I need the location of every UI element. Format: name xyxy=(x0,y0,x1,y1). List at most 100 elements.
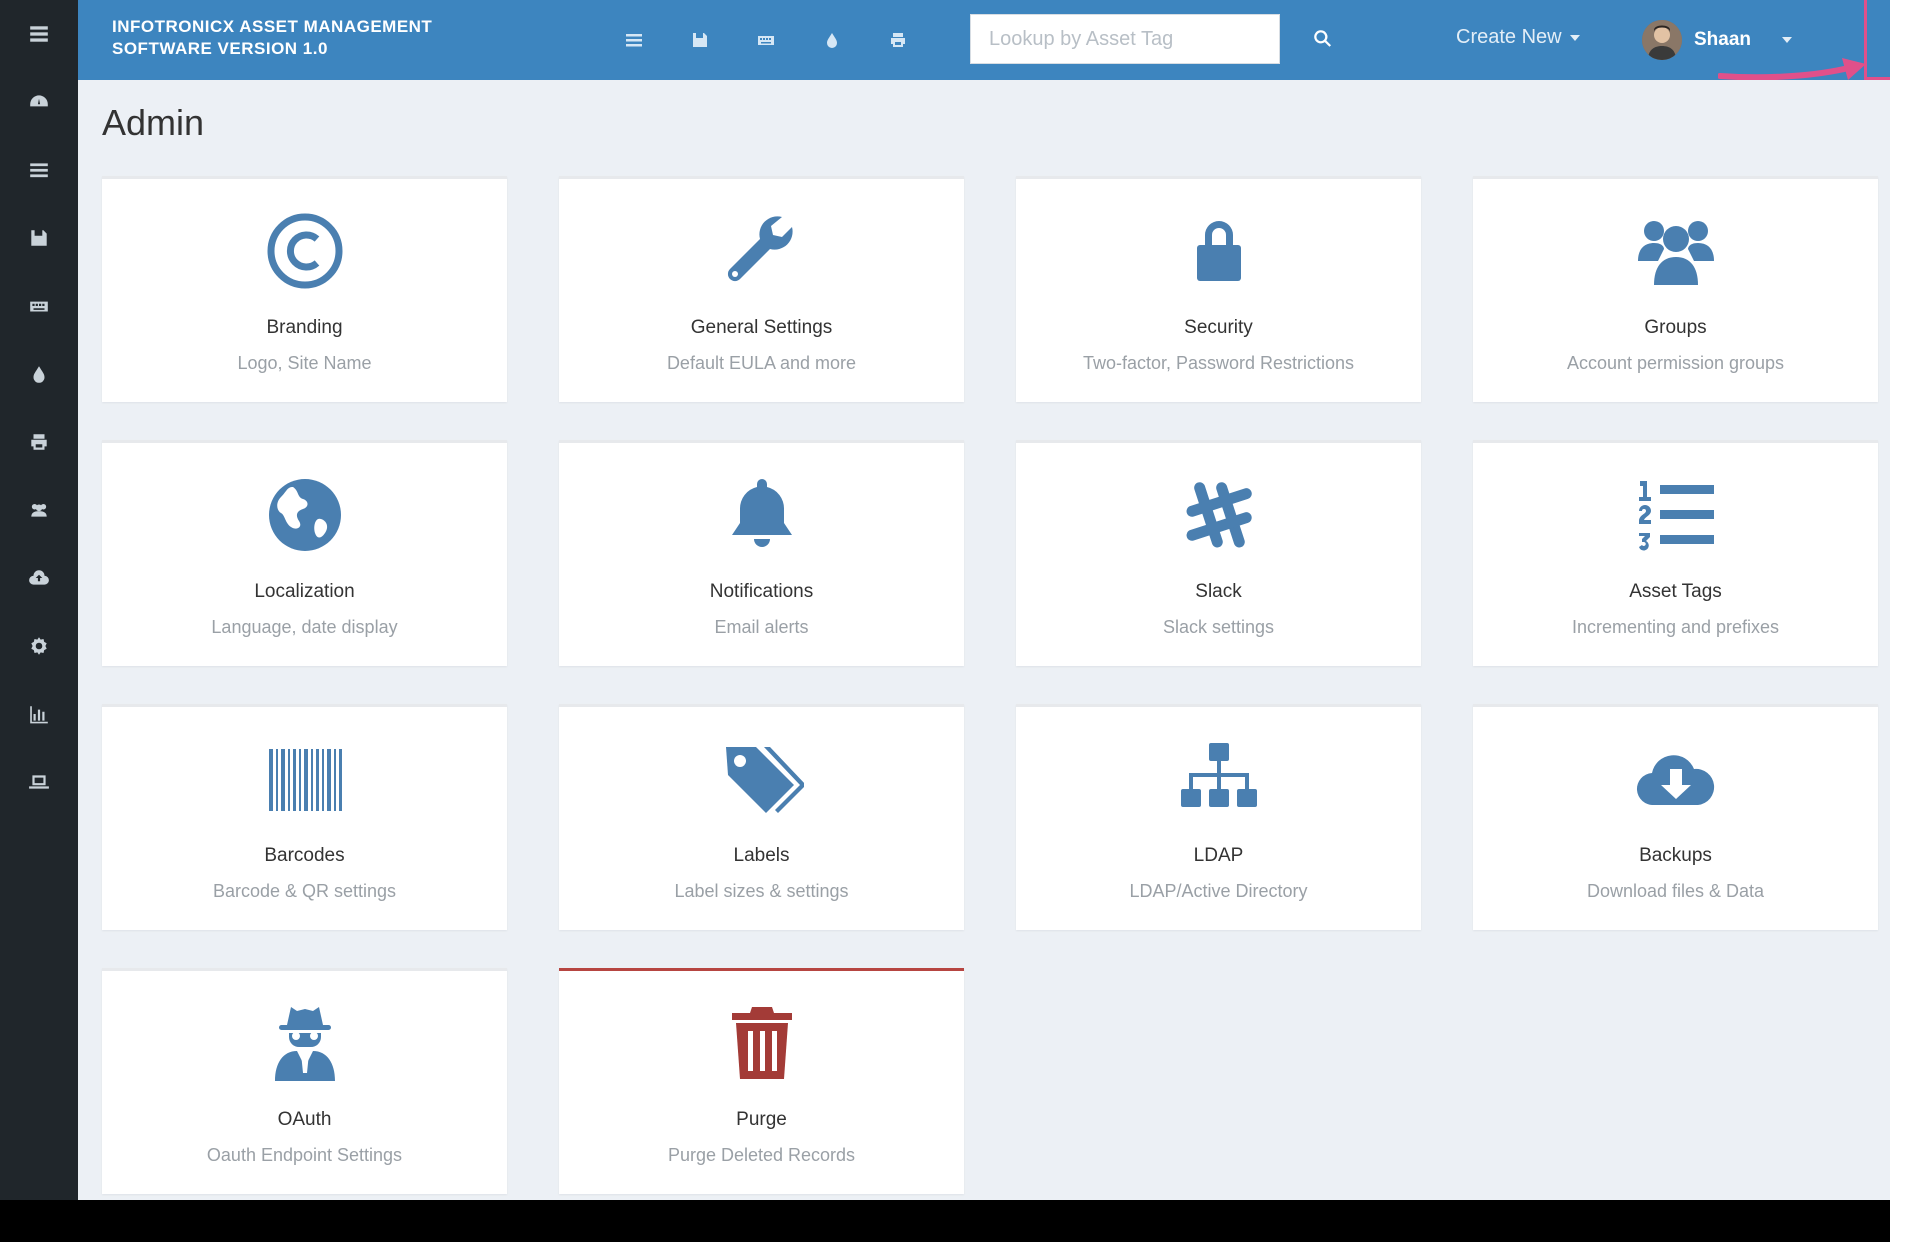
card-title: Backups xyxy=(1639,845,1712,866)
list-icon xyxy=(30,163,48,178)
cloud-upload-icon xyxy=(29,570,49,585)
card-subtitle: Account permission groups xyxy=(1566,353,1785,373)
nav-components-button[interactable] xyxy=(882,24,914,56)
card-title: Slack xyxy=(1195,581,1242,602)
cloud-download-icon xyxy=(1636,755,1714,806)
card-asset-tags[interactable]: Asset Tags Incrementing and prefixes xyxy=(1473,440,1878,666)
card-ldap[interactable]: LDAP LDAP/Active Directory xyxy=(1016,704,1421,930)
sidebar-item-people[interactable] xyxy=(0,476,78,544)
sidebar-item-reports[interactable] xyxy=(0,680,78,748)
card-subtitle: Purge Deleted Records xyxy=(667,1145,856,1165)
trash-icon xyxy=(731,1007,792,1079)
card-title: LDAP xyxy=(1193,845,1244,866)
card-title: Branding xyxy=(266,317,343,338)
sidebar-item-licenses[interactable] xyxy=(0,204,78,272)
card-title: Asset Tags xyxy=(1629,581,1722,602)
card-subtitle: Download files & Data xyxy=(1586,881,1765,901)
dashboard-icon xyxy=(30,95,48,107)
barcode-icon xyxy=(268,749,342,811)
create-new-dropdown[interactable]: Create New xyxy=(1456,26,1580,49)
card-branding[interactable]: Branding Logo, Site Name xyxy=(102,176,507,402)
card-general-settings[interactable]: General Settings Default EULA and more xyxy=(559,176,964,402)
page-title: Admin xyxy=(102,102,205,143)
gear-icon xyxy=(31,637,47,655)
chart-icon xyxy=(30,706,48,724)
asset-tag-search-input[interactable] xyxy=(970,14,1280,64)
card-title: Labels xyxy=(733,845,790,866)
search-button[interactable] xyxy=(1296,14,1350,64)
card-localization[interactable]: Localization Language, date display xyxy=(102,440,507,666)
card-labels[interactable]: Labels Label sizes & settings xyxy=(559,704,964,930)
card-title: Notifications xyxy=(709,581,814,602)
card-title: Purge xyxy=(736,1109,787,1130)
sidebar-item-import[interactable] xyxy=(0,544,78,612)
card-security[interactable]: Security Two-factor, Password Restrictio… xyxy=(1016,176,1421,402)
app-title[interactable]: INFOTRONICX ASSET MANAGEMENT SOFTWARE Ve… xyxy=(112,16,532,60)
card-slack[interactable]: Slack Slack settings xyxy=(1016,440,1421,666)
card-subtitle: Default EULA and more xyxy=(666,353,857,373)
card-subtitle: Barcode & QR settings xyxy=(212,881,397,901)
keyboard-icon xyxy=(30,301,48,312)
card-title: Barcodes xyxy=(264,845,345,866)
card-subtitle: Email alerts xyxy=(714,617,809,637)
bottom-bar xyxy=(0,1200,1890,1242)
card-purge[interactable]: Purge Purge Deleted Records xyxy=(559,968,964,1194)
nav-accessories-button[interactable] xyxy=(750,24,782,56)
card-subtitle: Oauth Endpoint Settings xyxy=(206,1145,403,1165)
drop-icon xyxy=(827,33,837,48)
right-margin xyxy=(1890,0,1920,1242)
printer-icon xyxy=(31,434,47,450)
wrench-icon xyxy=(727,216,793,282)
card-title: Groups xyxy=(1644,317,1707,338)
laptop-icon xyxy=(29,775,49,789)
nav-licenses-button[interactable] xyxy=(684,24,716,56)
copyright-icon xyxy=(267,213,342,289)
card-title: OAuth xyxy=(277,1109,332,1130)
spy-icon xyxy=(274,1007,335,1081)
sidebar xyxy=(0,0,78,1200)
sidebar-item-consumables[interactable] xyxy=(0,340,78,408)
sidebar-toggle[interactable] xyxy=(0,0,78,68)
card-subtitle: LDAP/Active Directory xyxy=(1129,881,1308,901)
avatar xyxy=(1642,20,1682,60)
save-icon xyxy=(693,33,707,47)
card-subtitle: Two-factor, Password Restrictions xyxy=(1082,353,1355,373)
app-window: INFOTRONICX ASSET MANAGEMENT SOFTWARE Ve… xyxy=(0,0,1890,1200)
card-groups[interactable]: Groups Account permission groups xyxy=(1473,176,1878,402)
card-oauth[interactable]: OAuth Oauth Endpoint Settings xyxy=(102,968,507,1194)
lock-icon xyxy=(1196,221,1241,281)
create-new-label: Create New xyxy=(1456,26,1562,48)
slack-icon xyxy=(1186,482,1252,548)
top-navbar: INFOTRONICX ASSET MANAGEMENT SOFTWARE Ve… xyxy=(78,0,1890,81)
sidebar-item-components[interactable] xyxy=(0,408,78,476)
card-subtitle: Logo, Site Name xyxy=(237,353,372,373)
card-subtitle: Slack settings xyxy=(1162,617,1275,637)
card-subtitle: Language, date display xyxy=(211,617,398,637)
users-icon xyxy=(31,503,47,517)
admin-settings-button[interactable] xyxy=(1864,0,1890,80)
chevron-down-icon[interactable] xyxy=(1782,37,1792,43)
drop-icon xyxy=(33,366,45,383)
sidebar-item-settings[interactable] xyxy=(0,612,78,680)
sidebar-item-dashboard[interactable] xyxy=(0,68,78,136)
card-notifications[interactable]: Notifications Email alerts xyxy=(559,440,964,666)
card-barcodes[interactable]: Barcodes Barcode & QR settings xyxy=(102,704,507,930)
keyboard-icon xyxy=(758,36,774,45)
list-icon xyxy=(626,34,642,47)
card-backups[interactable]: Backups Download files & Data xyxy=(1473,704,1878,930)
nav-consumables-button[interactable] xyxy=(816,24,848,56)
sidebar-item-requestable[interactable] xyxy=(0,748,78,816)
search-icon xyxy=(1314,30,1332,47)
sitemap-icon xyxy=(1180,743,1257,807)
sidebar-item-accessories[interactable] xyxy=(0,272,78,340)
card-title: Localization xyxy=(254,581,355,602)
card-title: Security xyxy=(1184,317,1253,338)
chevron-down-icon xyxy=(1569,34,1580,41)
nav-assets-button[interactable] xyxy=(618,24,650,56)
globe-icon xyxy=(268,479,341,551)
save-icon xyxy=(31,230,47,246)
sidebar-item-assets[interactable] xyxy=(0,136,78,204)
card-subtitle: Incrementing and prefixes xyxy=(1571,617,1780,637)
user-name: Shaan xyxy=(1694,29,1752,50)
bell-icon xyxy=(731,479,792,547)
